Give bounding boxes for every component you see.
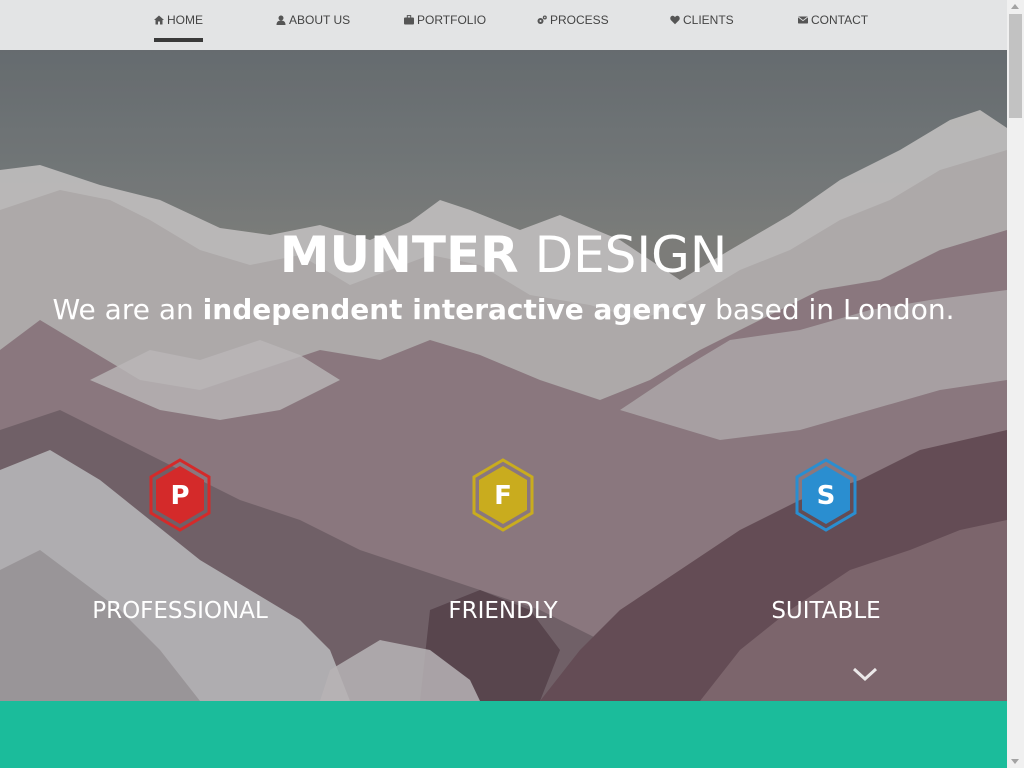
envelope-icon: [798, 15, 808, 25]
nav-home-label: HOME: [167, 13, 203, 27]
nav-contact-label: CONTACT: [811, 13, 869, 27]
user-icon: [276, 15, 286, 25]
scroll-thumb[interactable]: [1009, 14, 1022, 118]
gears-icon: [537, 15, 547, 25]
top-navigation: HOME ABOUT US PORTFOLIO PROCESS CLIENTS …: [0, 0, 1007, 50]
teal-section: [0, 701, 1007, 768]
nav-process-label: PROCESS: [550, 13, 609, 27]
feature-letter-f: F: [494, 481, 512, 511]
nav-about-us[interactable]: ABOUT US: [276, 0, 350, 40]
nav-contact[interactable]: CONTACT: [798, 0, 868, 40]
hero-title-bold: MUNTER: [279, 226, 519, 284]
feature-label-friendly: FRIENDLY: [448, 598, 558, 624]
scroll-up-arrow[interactable]: [1011, 4, 1019, 9]
scroll-down-arrow[interactable]: [1011, 759, 1019, 764]
hexagon-s-icon: S: [795, 458, 857, 532]
feature-letter-s: S: [817, 481, 836, 511]
hero-subtitle-bold: independent interactive agency: [202, 293, 707, 326]
feature-label-professional: PROFESSIONAL: [92, 598, 268, 624]
feature-professional: P PROFESSIONAL: [60, 458, 300, 624]
briefcase-icon: [404, 15, 414, 25]
nav-home[interactable]: HOME: [154, 0, 203, 42]
hero-subtitle-post: based in London.: [706, 293, 955, 326]
hexagon-f-icon: F: [472, 458, 534, 532]
feature-friendly: F FRIENDLY: [383, 458, 623, 624]
chevron-down-icon[interactable]: [851, 666, 879, 682]
home-icon: [154, 15, 164, 25]
hero-subtitle: We are an independent interactive agency…: [0, 293, 1007, 326]
vertical-scrollbar[interactable]: [1007, 0, 1024, 768]
hero-subtitle-pre: We are an: [52, 293, 203, 326]
nav-clients-label: CLIENTS: [683, 13, 734, 27]
feature-label-suitable: SUITABLE: [771, 598, 881, 624]
feature-suitable: S SUITABLE: [706, 458, 946, 624]
nav-portfolio[interactable]: PORTFOLIO: [404, 0, 486, 40]
hero-title: MUNTER DESIGN: [0, 226, 1007, 284]
hexagon-p-icon: P: [149, 458, 211, 532]
hero-section: MUNTER DESIGN We are an independent inte…: [0, 50, 1007, 701]
nav-about-us-label: ABOUT US: [289, 13, 351, 27]
heart-icon: [670, 15, 680, 25]
nav-clients[interactable]: CLIENTS: [670, 0, 734, 40]
nav-portfolio-label: PORTFOLIO: [417, 13, 487, 27]
feature-letter-p: P: [170, 481, 189, 511]
hero-title-light: DESIGN: [518, 226, 728, 284]
nav-process[interactable]: PROCESS: [537, 0, 609, 40]
